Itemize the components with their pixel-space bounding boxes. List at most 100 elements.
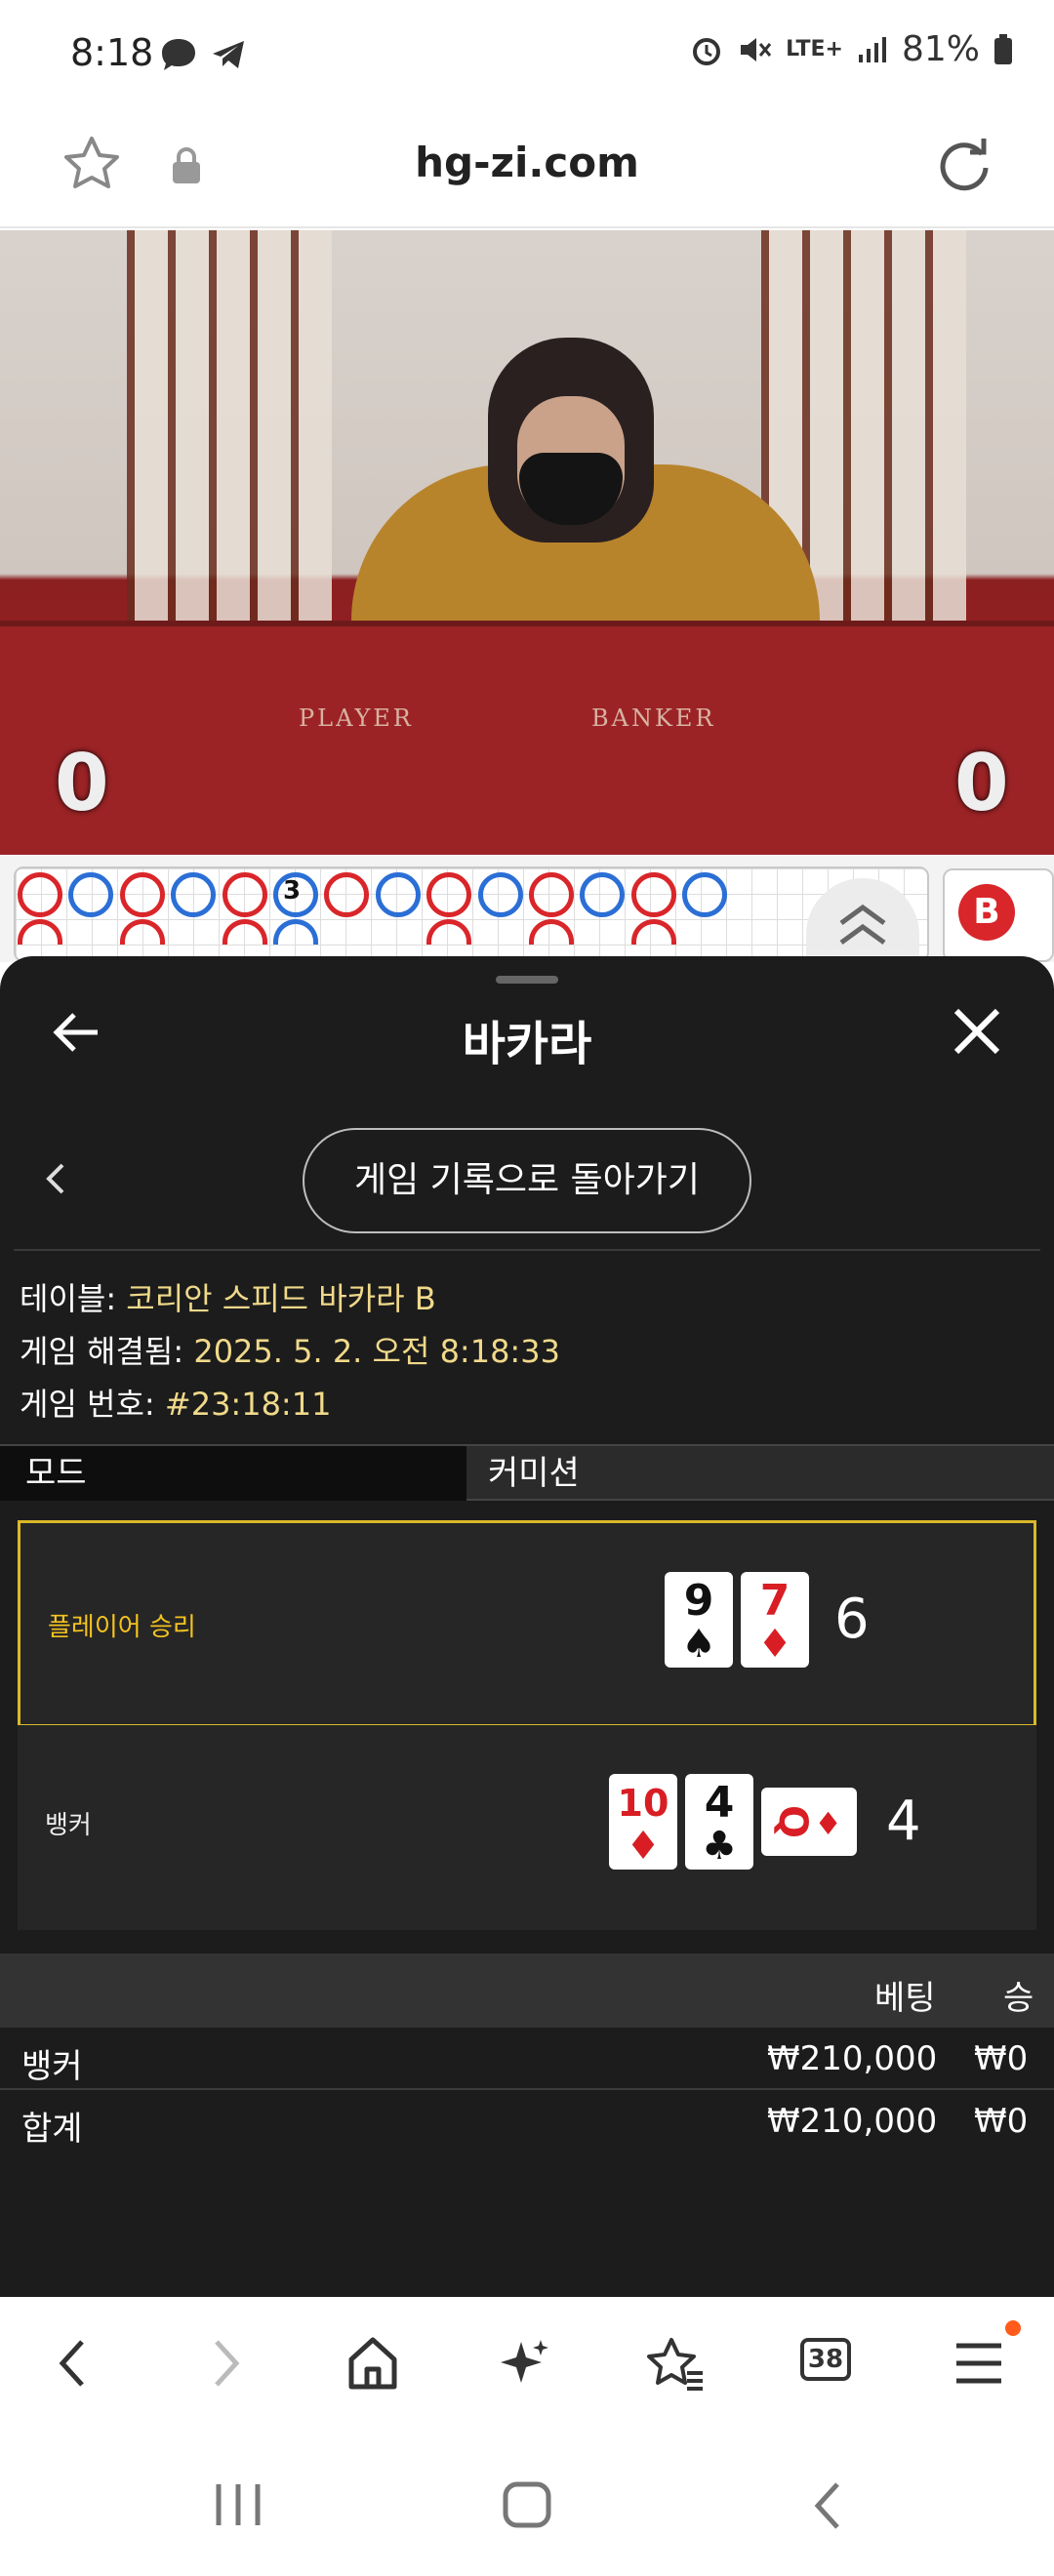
telegram-icon [213,41,244,68]
bet-name: 합계 [21,2110,83,2149]
diamond-icon: ♦ [626,1824,661,1869]
card-rank: 9 [683,1576,714,1626]
sparkle-icon[interactable] [496,2332,554,2395]
player-total: 6 [834,1588,870,1651]
card-rank: Q [770,1804,816,1839]
table-value: 코리안 스피드 바카라 B [126,1280,436,1317]
player-cards: 9 ♠ 7 ♦ [665,1572,809,1668]
bets-header: 베팅 승 [0,1953,1054,2028]
back-icon[interactable] [49,2332,98,2395]
battery-percent: 81% [901,29,980,69]
bookmarks-icon[interactable] [644,2332,707,2395]
signal-icon [858,36,886,62]
bet-name: 뱅커 [21,2047,83,2086]
banker-card-1: 10 ♦ [609,1774,677,1870]
left-score: 0 [55,738,109,828]
table-row: 뱅커 ₩210,000 ₩0 [0,2028,1054,2090]
table-row: 합계 ₩210,000 ₩0 [0,2090,1054,2153]
status-bar: 8:18 LTE+ 81% [0,0,1054,109]
sheet-title: 바카라 [462,1017,592,1071]
banker-total: 4 [886,1790,921,1853]
browser-toolbar: 38 [0,2297,1054,2430]
status-right: LTE+ 81% [690,29,1013,69]
bead-player [682,872,728,917]
bet-win: ₩0 [974,2039,1029,2078]
menu-icon[interactable] [953,2332,1005,2395]
drag-handle[interactable] [496,976,558,984]
spade-icon: ♠ [681,1622,716,1667]
player-area-label: PLAYER [299,704,414,732]
player-card-1: 9 ♠ [665,1572,733,1668]
diamond-icon: ♦ [757,1622,792,1667]
screen-left [127,230,332,640]
banker-result: 뱅커 10 ♦ 4 ♣ Q ♦ 4 [18,1725,1036,1930]
home-icon[interactable] [344,2332,402,2395]
back-to-history-button[interactable]: 게임 기록으로 돌아가기 [303,1128,751,1233]
banker-card-3: Q ♦ [761,1788,857,1856]
roadmap: 3 B [0,855,1054,962]
baccarat-table [0,621,1054,855]
reload-icon[interactable] [933,135,995,197]
home-nav-icon[interactable] [500,2478,554,2531]
bead-banker [18,872,62,917]
game-number-label: 게임 번호: [20,1386,155,1423]
network-type: LTE+ [786,37,843,61]
divider [14,1249,1040,1251]
forward-icon[interactable] [201,2332,250,2395]
bead-banker [222,872,267,917]
tabs-button[interactable]: 38 [800,2338,851,2381]
chevron-left-icon[interactable] [41,1159,70,1198]
notification-dot [1005,2320,1021,2336]
banker-area-label: BANKER [591,704,716,732]
status-time: 8:18 [70,31,154,74]
bead-banker [630,872,676,917]
mode-value: 커미션 [488,1454,580,1493]
game-detail-sheet: 바카라 게임 기록으로 돌아가기 테이블: 코리안 스피드 바카라 B 게임 해… [0,956,1054,2297]
chat-bubble-icon [162,39,195,70]
game-number-value: #23:18:11 [164,1386,332,1423]
tie-count: 3 [283,876,302,906]
double-chevron-up-icon [839,904,886,946]
mute-icon [741,37,772,61]
bead-banker [426,872,472,917]
android-nav-bar [0,2430,1054,2576]
club-icon: ♣ [702,1824,737,1869]
card-rank: 7 [759,1576,790,1626]
card-rank: 4 [704,1778,735,1828]
alarm-icon [693,37,721,65]
banker-result-label: 뱅커 [45,1811,92,1840]
mode-bar: 모드 커미션 [0,1444,1054,1501]
live-video[interactable]: PLAYER BANKER 0 0 [0,230,1054,855]
game-number-info: 게임 번호: #23:18:11 [20,1380,331,1425]
win-column-header: 승 [1003,1979,1034,2018]
banker-card-2: 4 ♣ [685,1774,753,1870]
url-text[interactable]: hg-zi.com [0,139,1054,186]
banker-cards: 10 ♦ 4 ♣ Q ♦ [609,1774,857,1870]
bet-win: ₩0 [974,2102,1029,2141]
bead-banker [529,872,574,917]
resolved-label: 게임 해결됨: [20,1333,184,1370]
bead-player [375,872,421,917]
mode-label: 모드 [0,1446,466,1501]
bet-amount: ₩210,000 [767,2102,938,2141]
close-icon[interactable] [951,1005,1003,1058]
bead-player [171,872,217,917]
url-bar: hg-zi.com [0,109,1054,228]
bead-player [477,872,523,917]
recent-apps-icon[interactable] [211,2480,265,2529]
bet-column-header: 베팅 [874,1979,936,2018]
player-card-2: 7 ♦ [741,1572,809,1668]
back-nav-icon[interactable] [806,2478,849,2533]
notification-icons [158,35,248,74]
resolved-value: 2025. 5. 2. 오전 8:18:33 [193,1333,560,1370]
battery-icon [994,33,1012,64]
banker-badge: B [958,884,1015,941]
bet-amount: ₩210,000 [767,2039,938,2078]
table-info: 테이블: 코리안 스피드 바카라 B [20,1274,436,1319]
big-road-preview[interactable]: B [943,868,1054,962]
right-score: 0 [954,738,1009,828]
resolved-info: 게임 해결됨: 2025. 5. 2. 오전 8:18:33 [20,1327,560,1372]
card-rank: 10 [617,1782,669,1825]
bead-banker [119,872,165,917]
table-label: 테이블: [20,1280,117,1317]
